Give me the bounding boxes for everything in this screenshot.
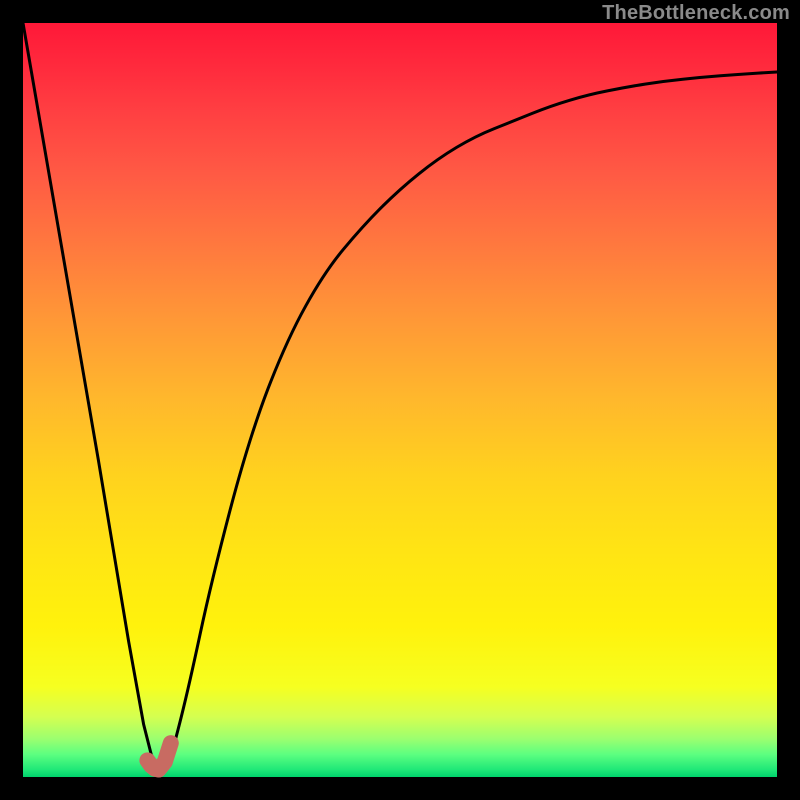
chart-svg: [23, 23, 777, 777]
chart-frame: TheBottleneck.com: [0, 0, 800, 800]
watermark-text: TheBottleneck.com: [602, 2, 790, 25]
bottleneck-curve: [23, 23, 777, 770]
optimal-marker: [147, 743, 170, 769]
chart-plot-area: [23, 23, 777, 777]
